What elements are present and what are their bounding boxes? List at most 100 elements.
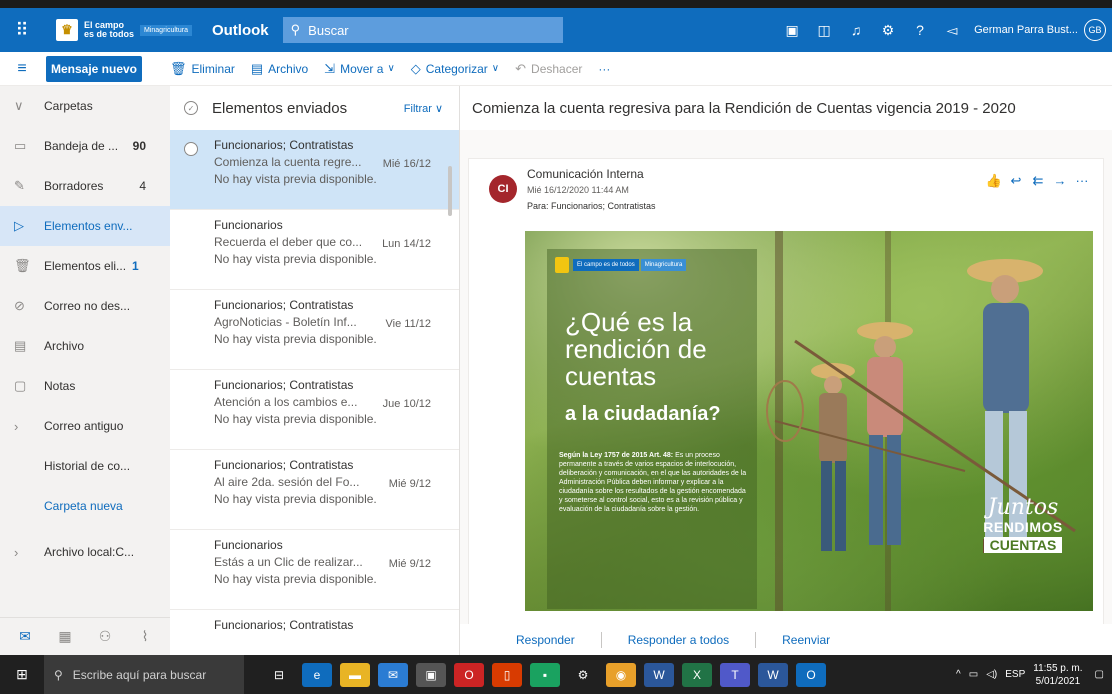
unread-count: 90 <box>132 139 146 153</box>
new-folder-link[interactable]: Carpeta nueva <box>0 486 170 526</box>
my-day-icon[interactable]: ◫ <box>808 22 840 39</box>
folders-header[interactable]: ∨ Carpetas <box>0 86 170 126</box>
app-icon[interactable]: ▪ <box>530 662 560 687</box>
sender-name[interactable]: Comunicación Interna <box>527 167 644 181</box>
poster-question: ¿Qué es la rendición de cuentas <box>565 307 707 391</box>
list-item[interactable]: Funcionarios; Contratistas Atención a lo… <box>170 370 459 450</box>
people-icon[interactable]: ⚇ <box>90 628 120 645</box>
list-item[interactable]: Funcionarios Estás a un Clic de realizar… <box>170 530 459 610</box>
sidebar-item-sent[interactable]: ▷ Elementos env... <box>0 206 170 246</box>
store-icon[interactable]: ▣ <box>416 662 446 687</box>
sidebar-item-history[interactable]: Historial de co... <box>0 446 170 486</box>
undo-button[interactable]: ↶ Deshacer <box>515 61 582 77</box>
language-indicator[interactable]: ESP <box>1005 669 1025 680</box>
pencil-icon: ✎ <box>14 178 25 193</box>
poster-body: Según la Ley 1757 de 2015 Art. 48: Es un… <box>559 452 747 513</box>
system-tray: ^ ▭ ◁) ESP 11:55 p. m. 5/01/2021 ▢ <box>956 662 1112 688</box>
opera-icon[interactable]: O <box>454 662 484 687</box>
feedback-icon[interactable]: ◅ <box>936 22 968 39</box>
search-box[interactable]: ⚲ Buscar <box>282 17 563 43</box>
forward-icon[interactable]: → <box>1049 173 1071 189</box>
edge-icon[interactable]: e <box>302 662 332 687</box>
deleted-count: 1 <box>132 259 139 273</box>
crest-icon <box>555 257 569 273</box>
word-icon[interactable]: W <box>644 662 674 687</box>
list-scrollbar[interactable] <box>448 166 452 216</box>
filter-button[interactable]: Filtrar ∨ <box>404 102 443 115</box>
forward-button[interactable]: Reenviar <box>782 633 830 647</box>
message-list-header: ✓ Elementos enviados Filtrar ∨ <box>170 86 459 130</box>
folder-pane: ∨ Carpetas ▭ Bandeja de ... 90 ✎ Borrado… <box>0 86 170 655</box>
sidebar-item-deleted[interactable]: 🗑 Elementos eli... 1 <box>0 246 170 286</box>
sidebar-item-inbox[interactable]: ▭ Bandeja de ... 90 <box>0 126 170 166</box>
sender-avatar[interactable]: CI <box>489 175 517 203</box>
sidebar-item-drafts[interactable]: ✎ Borradores 4 <box>0 166 170 206</box>
file-explorer-icon[interactable]: ▬ <box>340 662 370 687</box>
gear-icon[interactable]: ⚙ <box>872 22 904 39</box>
task-view-icon[interactable]: ⊟ <box>264 663 294 687</box>
chevron-up-icon[interactable]: ^ <box>956 669 961 680</box>
attachment-icon[interactable]: ⌇ <box>130 628 160 645</box>
calendar-icon[interactable]: ▦ <box>50 628 80 645</box>
windows-start-icon[interactable]: ⊞ <box>0 666 44 683</box>
volume-icon[interactable]: ◁) <box>986 669 997 680</box>
list-item[interactable]: Funcionarios; Contratistas Al aire 2da. … <box>170 450 459 530</box>
user-name[interactable]: German Parra Bust... <box>974 24 1078 36</box>
more-icon[interactable]: ··· <box>1071 173 1093 189</box>
teams-icon[interactable]: ▣ <box>776 22 808 39</box>
help-icon[interactable]: ? <box>904 22 936 38</box>
archive-button[interactable]: ▤ Archivo <box>251 61 308 77</box>
reply-all-button[interactable]: Responder a todos <box>628 633 729 647</box>
bell-icon[interactable]: ♫ <box>840 22 872 38</box>
drafts-count: 4 <box>139 179 146 193</box>
list-item[interactable]: Funcionarios; Contratistas AgroNoticias … <box>170 290 459 370</box>
folder-title: Elementos enviados <box>212 99 348 117</box>
search-placeholder: Buscar <box>308 22 349 38</box>
reply-all-icon[interactable]: ⇇ <box>1027 173 1049 189</box>
list-item[interactable]: Funcionarios Recuerda el deber que co...… <box>170 210 459 290</box>
new-message-button[interactable]: Mensaje nuevo <box>46 55 142 82</box>
settings-icon[interactable]: ⚙ <box>568 663 598 687</box>
taskbar-search[interactable]: ⚲ Escribe aquí para buscar <box>44 655 244 694</box>
chrome-icon[interactable]: ◉ <box>606 662 636 687</box>
undo-label: Deshacer <box>531 61 583 76</box>
notification-icon[interactable]: ▢ <box>1095 669 1104 680</box>
reply-icon[interactable]: ↩ <box>1005 173 1027 189</box>
inbox-icon: ▭ <box>14 138 27 153</box>
sidebar-item-local-archive[interactable]: › Archivo local:C... <box>0 532 170 572</box>
reply-button[interactable]: Responder <box>516 633 575 647</box>
campaign-logo: Juntos RENDIMOS CUENTAS <box>983 495 1063 553</box>
message-list: ✓ Elementos enviados Filtrar ∨ Funcionar… <box>170 86 460 655</box>
delete-button[interactable]: 🗑 Eliminar <box>170 61 235 77</box>
select-checkbox[interactable] <box>184 142 198 156</box>
email-recipients[interactable]: Para: Funcionarios; Contratistas <box>527 201 656 211</box>
select-all-checkbox[interactable]: ✓ <box>184 101 198 115</box>
more-actions-button[interactable]: ··· <box>598 62 610 76</box>
sidebar-item-junk[interactable]: ⊘ Correo no des... <box>0 286 170 326</box>
like-icon[interactable]: 👍 <box>983 173 1005 189</box>
hamburger-icon[interactable]: ≡ <box>0 60 44 78</box>
network-icon[interactable]: ▭ <box>969 669 978 680</box>
sidebar-item-old-mail[interactable]: › Correo antiguo <box>0 406 170 446</box>
app-launcher-icon[interactable]: ⠿ <box>0 8 44 52</box>
mail-icon[interactable]: ✉ <box>10 628 40 645</box>
mail-app-icon[interactable]: ✉ <box>378 662 408 687</box>
taskbar-apps: ⊟ e ▬ ✉ ▣ O ▯ ▪ ⚙ ◉ W X T W O <box>264 662 834 687</box>
list-item[interactable]: Funcionarios; Contratistas <box>170 610 459 655</box>
tag-icon: ◇ <box>410 60 421 76</box>
sidebar-item-archive[interactable]: ▤ Archivo <box>0 326 170 366</box>
excel-icon[interactable]: X <box>682 662 712 687</box>
avatar[interactable]: GB <box>1084 19 1106 41</box>
word-doc-icon[interactable]: W <box>758 662 788 687</box>
list-item[interactable]: Funcionarios; Contratistas Comienza la c… <box>170 130 459 210</box>
module-switcher: ✉ ▦ ⚇ ⌇ <box>0 617 170 655</box>
app-title[interactable]: Outlook <box>212 22 269 39</box>
sidebar-item-notes[interactable]: ▢ Notas <box>0 366 170 406</box>
office-icon[interactable]: ▯ <box>492 662 522 687</box>
teams-app-icon[interactable]: T <box>720 662 750 687</box>
categorize-button[interactable]: ◇ Categorizar ∨ <box>411 61 499 77</box>
clock[interactable]: 11:55 p. m. 5/01/2021 <box>1033 662 1082 688</box>
poster-text-panel <box>547 249 757 609</box>
move-to-button[interactable]: ⇲ Mover a ∨ <box>324 61 395 77</box>
outlook-icon[interactable]: O <box>796 662 826 687</box>
